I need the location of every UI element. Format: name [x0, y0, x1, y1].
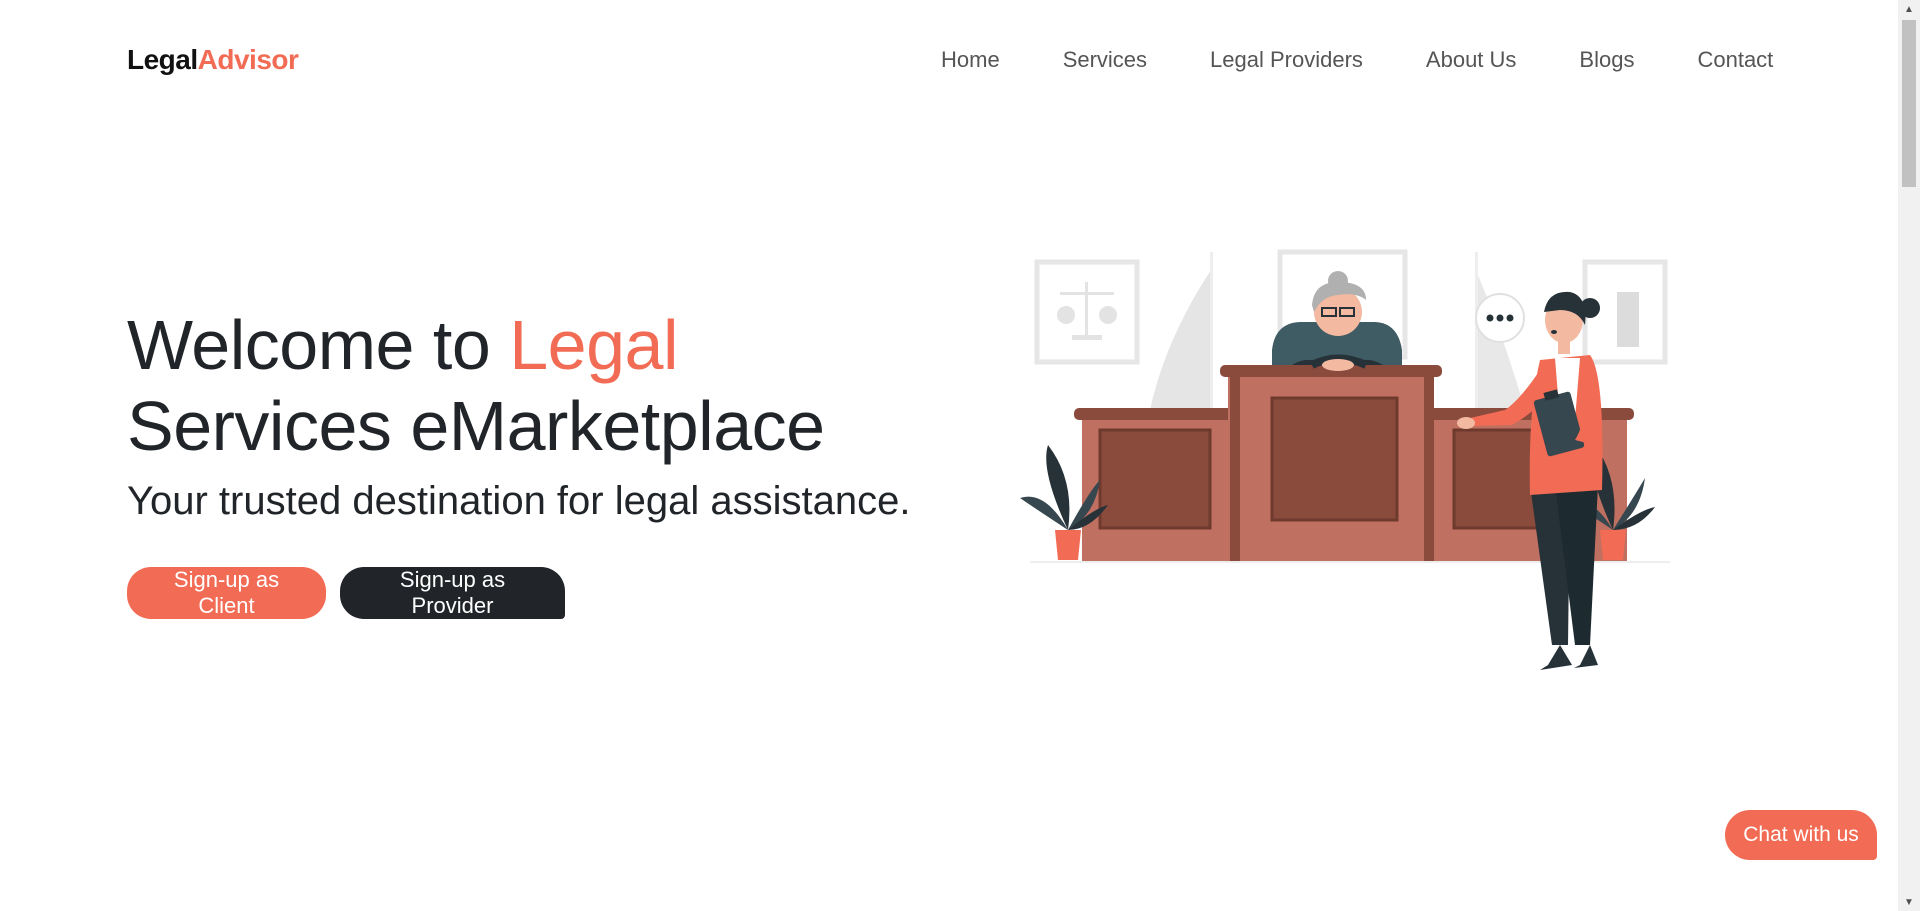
nav-links: Home Services Legal Providers About Us B… — [941, 47, 1773, 73]
triangle-down-icon[interactable]: ▼ — [1898, 893, 1920, 911]
nav-services[interactable]: Services — [1063, 47, 1147, 73]
signup-provider-button[interactable]: Sign-up as Provider — [340, 567, 565, 619]
hero-title: Welcome to Legal Services eMarketplace — [127, 305, 987, 467]
nav-contact[interactable]: Contact — [1697, 47, 1773, 73]
hero-title-rest: Services eMarketplace — [127, 387, 825, 465]
hero-title-accent: Legal — [509, 306, 679, 384]
signup-client-button[interactable]: Sign-up as Client — [127, 567, 326, 619]
nav-blogs[interactable]: Blogs — [1579, 47, 1634, 73]
scales-icon — [1057, 282, 1117, 340]
brand-part-advisor: Advisor — [197, 44, 299, 75]
brand-logo[interactable]: LegalAdvisor — [127, 44, 299, 76]
hero-section: Welcome to Legal Services eMarketplace Yo… — [127, 305, 987, 619]
navbar: LegalAdvisor Home Services Legal Provide… — [0, 0, 1898, 122]
hero-title-prefix: Welcome to — [127, 306, 510, 384]
courtroom-illustration-svg — [1020, 249, 1670, 670]
triangle-up-icon[interactable]: ▲ — [1898, 0, 1920, 18]
hero-subtitle: Your trusted destination for legal assis… — [127, 479, 911, 523]
nav-home[interactable]: Home — [941, 47, 1000, 73]
page-scrollbar[interactable]: ▲ ▼ — [1898, 0, 1920, 911]
courtroom-illustration — [1000, 240, 1690, 690]
chat-with-us-button[interactable]: Chat with us — [1725, 810, 1877, 860]
hero-buttons: Sign-up as Client Sign-up as Provider — [127, 567, 987, 619]
brand-part-legal: Legal — [127, 44, 198, 75]
scroll-thumb[interactable] — [1902, 20, 1916, 187]
nav-about-us[interactable]: About Us — [1426, 47, 1517, 73]
nav-legal-providers[interactable]: Legal Providers — [1210, 47, 1363, 73]
